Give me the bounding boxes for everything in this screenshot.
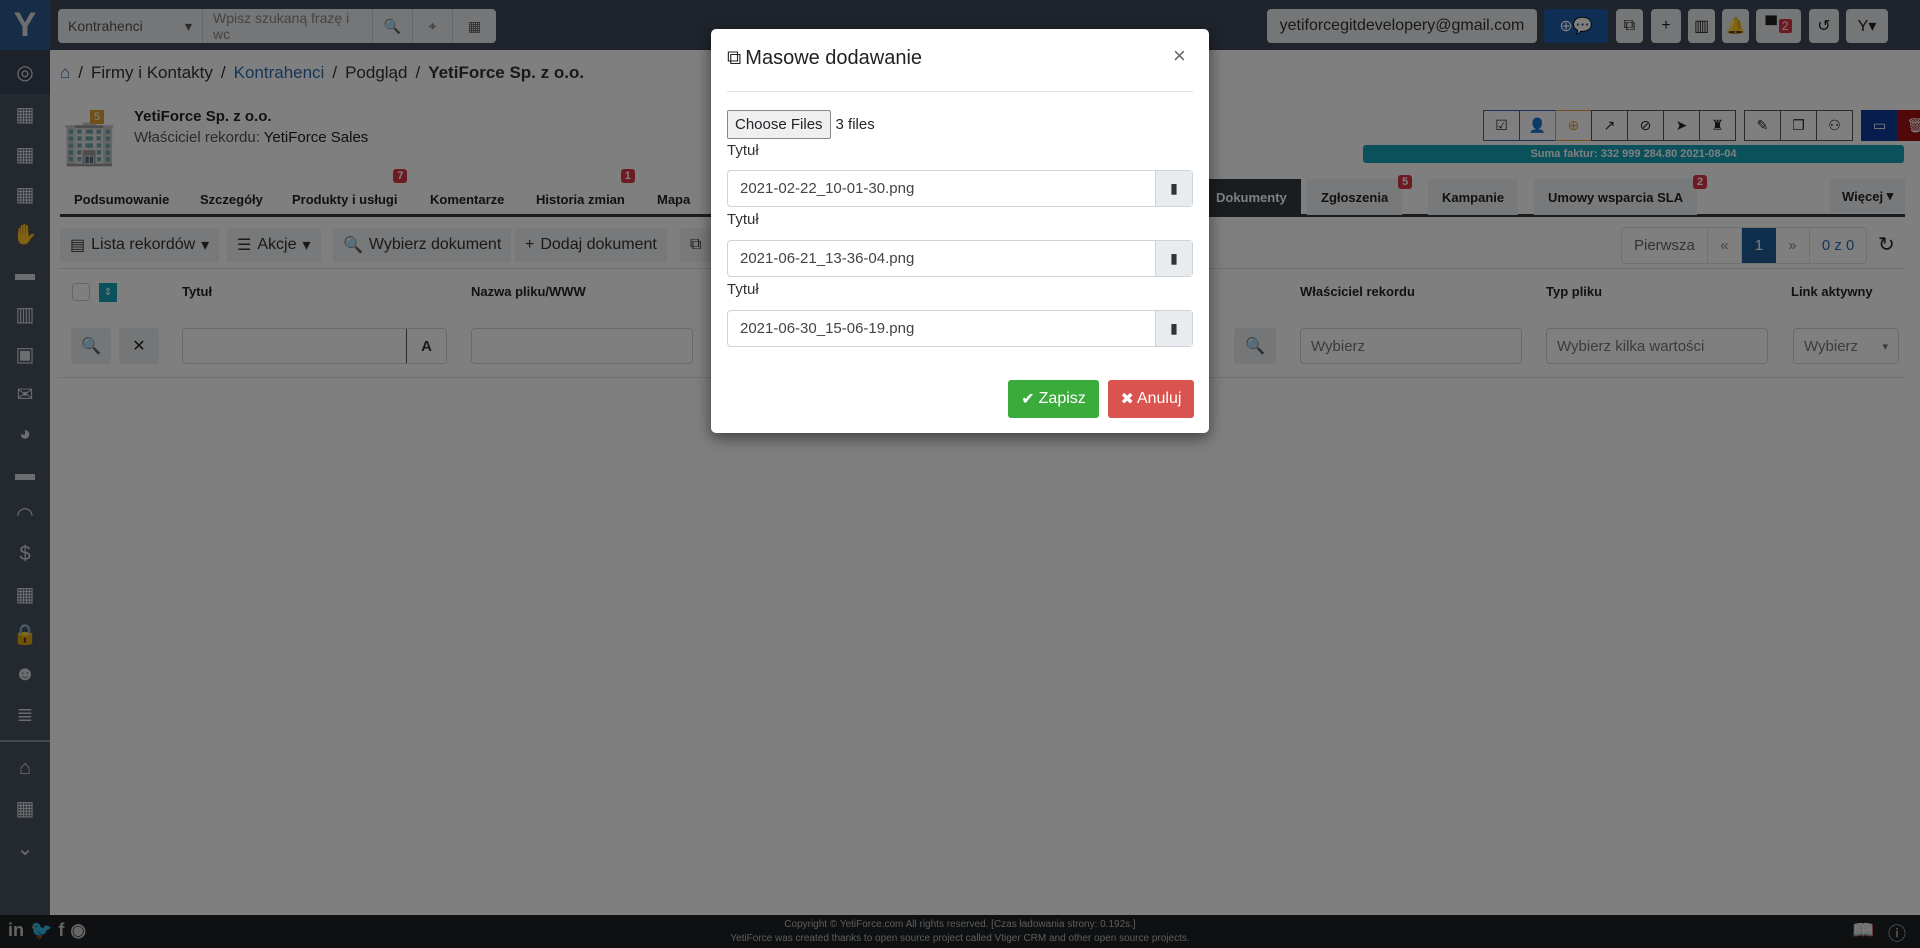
modal-divider bbox=[727, 91, 1193, 92]
mass-add-modal: ⧉ Masowe dodawanie × Choose Files 3 files… bbox=[711, 29, 1209, 433]
file-icon: ▮ bbox=[1155, 171, 1192, 206]
title-input[interactable]: 2021-06-21_13-36-04.png ▮ bbox=[727, 240, 1193, 277]
file-input[interactable]: Choose Files 3 files bbox=[727, 110, 875, 139]
x-icon: ✖ bbox=[1120, 391, 1134, 408]
title-label: Tytuł bbox=[727, 142, 759, 159]
file-icon: ▮ bbox=[1155, 241, 1192, 276]
save-button[interactable]: ✔ Zapisz bbox=[1008, 380, 1099, 418]
cancel-button[interactable]: ✖ Anuluj bbox=[1108, 380, 1194, 418]
title-input[interactable]: 2021-06-30_15-06-19.png ▮ bbox=[727, 310, 1193, 347]
title-label: Tytuł bbox=[727, 281, 759, 298]
close-icon[interactable]: × bbox=[1173, 43, 1186, 69]
title-label: Tytuł bbox=[727, 211, 759, 228]
check-icon: ✔ bbox=[1021, 391, 1035, 408]
choose-files-button[interactable]: Choose Files bbox=[727, 110, 831, 139]
files-count: 3 files bbox=[835, 116, 875, 133]
modal-title: ⧉ Masowe dodawanie bbox=[727, 47, 923, 69]
title-input[interactable]: 2021-02-22_10-01-30.png ▮ bbox=[727, 170, 1193, 207]
file-icon: ▮ bbox=[1155, 311, 1192, 346]
copy-icon: ⧉ bbox=[727, 47, 742, 69]
